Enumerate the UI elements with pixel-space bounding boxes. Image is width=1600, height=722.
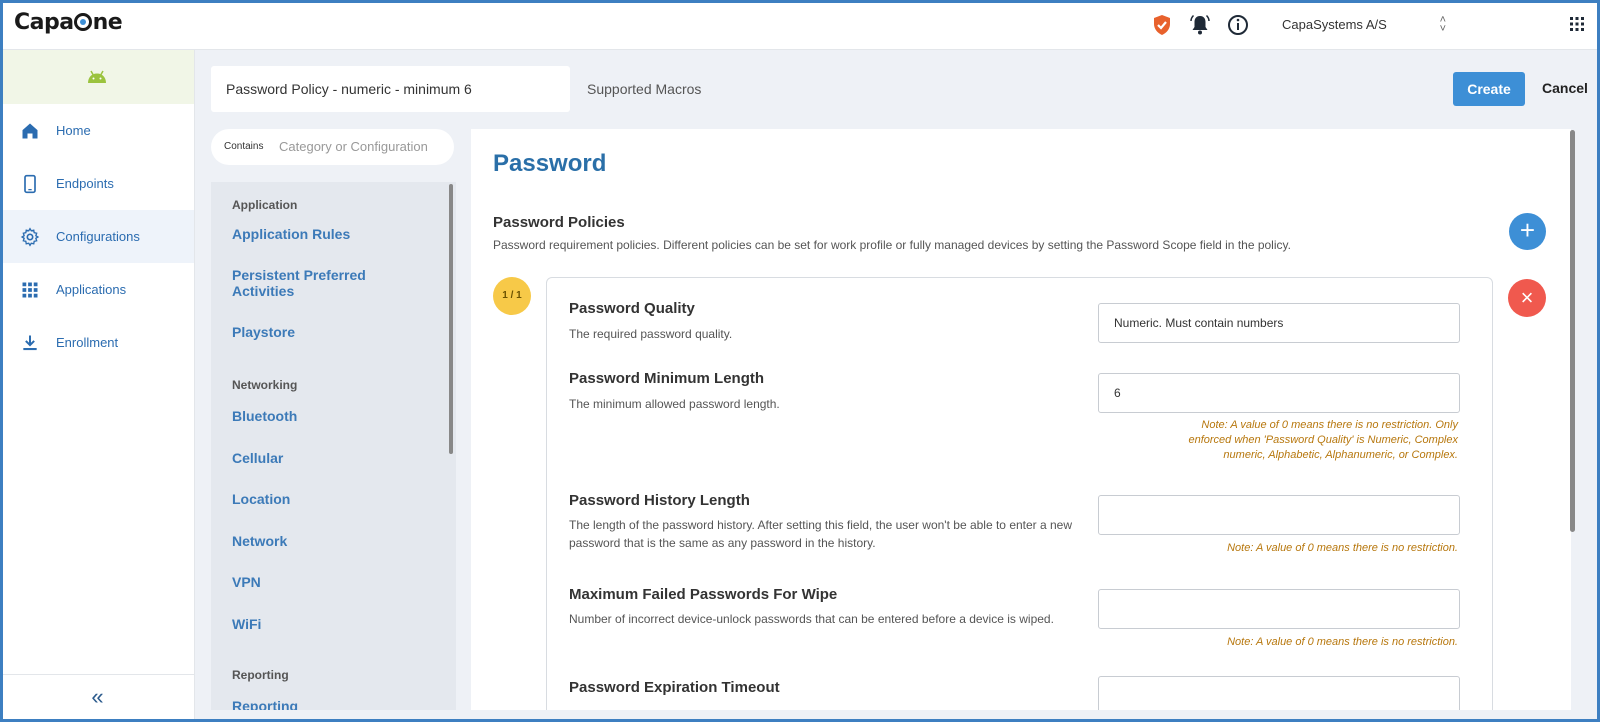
field-note: Note: A value of 0 means there is no res…	[1227, 542, 1458, 554]
category-item[interactable]: Application Rules	[232, 226, 422, 242]
info-icon[interactable]	[1226, 13, 1250, 37]
category-group-heading: Networking	[232, 378, 298, 392]
policy-card: Password Quality The required password q…	[546, 277, 1493, 710]
collapse-sidebar-button[interactable]: «	[0, 674, 195, 722]
bell-icon[interactable]	[1188, 13, 1212, 37]
create-button[interactable]: Create	[1453, 72, 1525, 106]
platform-header	[0, 50, 194, 104]
sidebar-item-label: Home	[56, 123, 91, 138]
editor-scrollbar[interactable]	[1570, 130, 1575, 532]
category-filter-input[interactable]: Contains Category or Configuration	[211, 129, 454, 165]
category-item[interactable]: Cellular	[232, 450, 422, 466]
grid-icon	[22, 282, 38, 297]
cancel-button[interactable]: Cancel	[1542, 80, 1588, 96]
field-label: Maximum Failed Passwords For Wipe	[569, 586, 838, 603]
top-bar: Capa ne CapaSystems A/S ˄ ˅	[0, 0, 1600, 50]
sidebar-item-home[interactable]: Home	[0, 104, 194, 157]
sort-chevrons-icon: ˄ ˅	[1439, 14, 1446, 35]
shield-check-icon[interactable]	[1150, 13, 1174, 37]
remove-policy-button[interactable]: ×	[1508, 279, 1546, 317]
logo-o-icon	[74, 13, 93, 31]
category-item[interactable]: Network	[232, 533, 422, 549]
organization-select[interactable]: CapaSystems A/S ˄ ˅	[1272, 10, 1458, 40]
field-description: Number of incorrect device-unlock passwo…	[569, 612, 1054, 626]
category-item[interactable]: VPN	[232, 574, 422, 590]
sidebar-item-enrollment[interactable]: Enrollment	[0, 316, 194, 369]
sidebar-item-applications[interactable]: Applications	[0, 263, 194, 316]
field-label: Password Expiration Timeout	[569, 679, 780, 696]
sidebar-item-label: Applications	[56, 282, 127, 297]
supported-macros-link[interactable]: Supported Macros	[587, 81, 701, 97]
add-policy-button[interactable]: +	[1509, 213, 1546, 250]
category-group-heading: Application	[232, 198, 298, 212]
brand-logo[interactable]: Capa ne	[14, 10, 123, 35]
configuration-name-input[interactable]	[211, 66, 570, 112]
category-item[interactable]: Bluetooth	[232, 408, 422, 424]
category-item[interactable]: Persistent Preferred Activities	[232, 267, 422, 299]
sidebar-item-endpoints[interactable]: Endpoints	[0, 157, 194, 210]
android-icon	[88, 70, 106, 83]
sidebar-item-label: Endpoints	[56, 176, 114, 191]
policy-counter-badge: 1 / 1	[493, 277, 531, 315]
brand-text-start: Capa	[14, 10, 74, 35]
home-icon	[22, 123, 38, 138]
field-description: The minimum allowed password length.	[569, 397, 780, 411]
organization-name: CapaSystems A/S	[1282, 17, 1387, 32]
category-group-heading: Reporting	[232, 668, 289, 682]
download-icon	[23, 335, 37, 350]
category-item[interactable]: Playstore	[232, 324, 422, 340]
brand-text-end: ne	[92, 10, 123, 35]
category-item[interactable]: WiFi	[232, 616, 422, 632]
section-description: Password requirement policies. Different…	[493, 238, 1291, 252]
field-label: Password History Length	[569, 492, 750, 509]
section-title: Password Policies	[493, 214, 625, 231]
field-description: The length of the password history. Afte…	[569, 518, 1073, 550]
apps-grid-icon[interactable]	[1570, 17, 1584, 31]
filter-mode-label[interactable]: Contains	[224, 141, 263, 152]
sidebar-item-configurations[interactable]: Configurations	[0, 210, 194, 263]
category-panel: Application Application Rules Persistent…	[211, 182, 456, 710]
page-title: Password	[493, 150, 607, 177]
category-scrollbar[interactable]	[449, 184, 453, 454]
filter-placeholder: Category or Configuration	[279, 139, 428, 154]
field-label: Password Quality	[569, 300, 695, 317]
field-description: The required password quality.	[569, 327, 733, 341]
password-expiration-timeout-input[interactable]	[1098, 676, 1460, 710]
phone-icon	[24, 174, 36, 193]
field-note: Note: A value of 0 means there is no res…	[1227, 636, 1458, 648]
password-minimum-length-input[interactable]: 6	[1098, 373, 1460, 413]
category-item[interactable]: Location	[232, 491, 422, 507]
field-label: Password Minimum Length	[569, 370, 765, 387]
password-history-length-input[interactable]	[1098, 495, 1460, 535]
max-failed-passwords-input[interactable]	[1098, 589, 1460, 629]
configuration-editor: Password Password Policies Password requ…	[471, 129, 1571, 710]
gear-icon	[20, 226, 40, 247]
sidebar-item-label: Enrollment	[56, 335, 119, 350]
sidebar: Home Endpoints Configurations Applicatio…	[0, 50, 195, 722]
category-item[interactable]: Reporting	[232, 698, 422, 710]
sidebar-item-label: Configurations	[56, 229, 140, 244]
password-quality-select[interactable]: Numeric. Must contain numbers	[1098, 303, 1460, 343]
field-note: Note: A value of 0 means there is no res…	[1188, 419, 1458, 461]
